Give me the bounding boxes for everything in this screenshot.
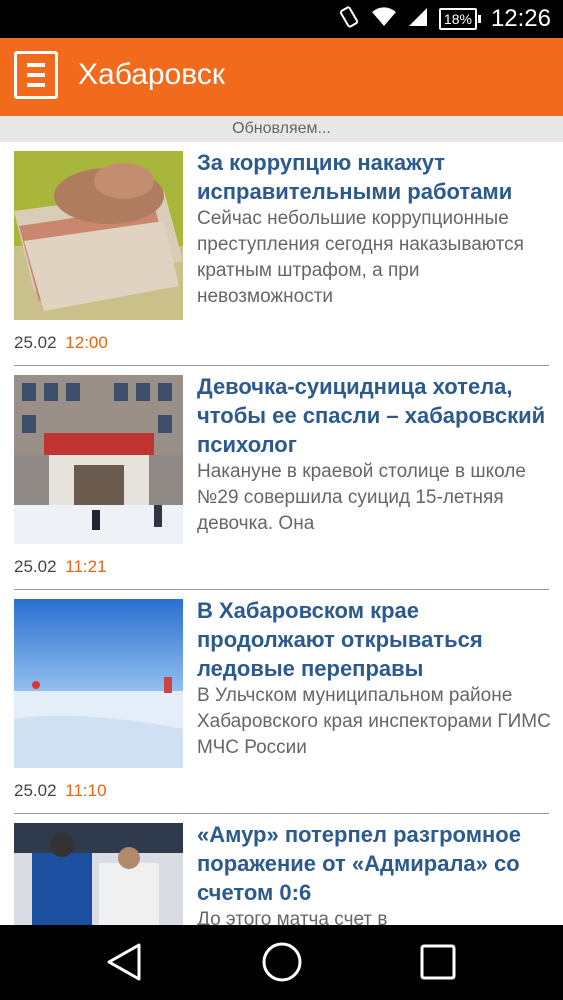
updating-indicator: Обновляем... [0, 116, 563, 142]
navigation-bar [0, 925, 563, 1000]
news-headline[interactable]: «Амур» потерпел разгромное поражение от … [197, 820, 552, 907]
battery-icon: 18% [438, 8, 481, 30]
battery-level: 18% [438, 8, 477, 30]
news-headline[interactable]: За коррупцию накажут исправительными раб… [197, 148, 552, 206]
home-icon[interactable] [252, 937, 312, 987]
news-thumbnail [14, 823, 183, 925]
news-thumbnail [14, 375, 183, 544]
app-title: Хабаровск [78, 58, 225, 91]
news-snippet: До этого матча счет в [197, 909, 388, 925]
wifi-icon [371, 6, 397, 33]
news-item[interactable]: За коррупцию накажут исправительными раб… [0, 142, 563, 366]
app-bar: Хабаровск [0, 38, 563, 116]
back-icon[interactable] [95, 937, 155, 987]
news-thumbnail [14, 151, 183, 320]
menu-button[interactable] [14, 51, 58, 99]
news-time: 11:21 [65, 557, 107, 576]
news-date: 25.02 [14, 781, 57, 800]
news-item[interactable]: «Амур» потерпел разгромное поражение от … [0, 814, 563, 925]
news-date: 25.02 [14, 333, 57, 352]
status-bar: 18% 12:26 [0, 0, 563, 38]
news-headline[interactable]: Девочка-суицидница хотела, чтобы ее спас… [197, 372, 552, 459]
news-meta: 25.02 12:00 [14, 333, 108, 353]
news-time: 11:10 [65, 781, 107, 800]
news-meta: 25.02 11:10 [14, 781, 107, 801]
clock: 12:26 [490, 5, 551, 32]
news-headline[interactable]: В Хабаровском крае продолжают открыватьс… [197, 596, 552, 683]
news-list[interactable]: За коррупцию накажут исправительными раб… [0, 142, 563, 925]
news-snippet: Сейчас небольшие коррупционные преступле… [197, 208, 524, 307]
news-item[interactable]: Девочка-суицидница хотела, чтобы ее спас… [0, 366, 563, 590]
news-meta: 25.02 11:21 [14, 557, 107, 577]
news-time: 12:00 [65, 333, 108, 352]
vibrate-icon [337, 5, 361, 34]
news-snippet: Накануне в краевой столице в школе №29 с… [197, 461, 526, 534]
recent-apps-icon[interactable] [408, 937, 468, 987]
news-snippet: В Ульчском муниципальном районе Хабаровс… [197, 685, 551, 758]
signal-icon [407, 6, 429, 33]
news-date: 25.02 [14, 557, 57, 576]
news-item[interactable]: В Хабаровском крае продолжают открыватьс… [0, 590, 563, 814]
news-thumbnail [14, 599, 183, 768]
